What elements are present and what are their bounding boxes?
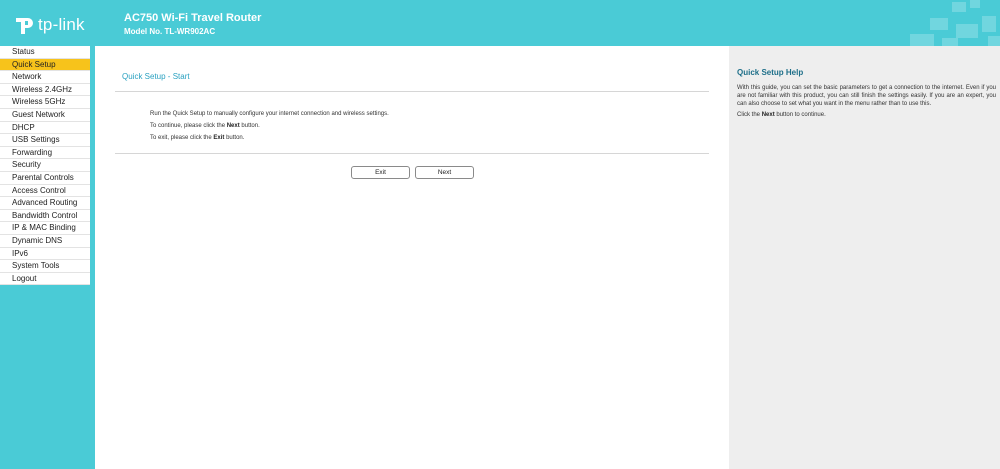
sidebar-item-wireless-24ghz[interactable]: Wireless 2.4GHz bbox=[0, 84, 90, 97]
sidebar-item-forwarding[interactable]: Forwarding bbox=[0, 147, 90, 160]
help-next-word: Next bbox=[761, 112, 775, 118]
instruction-text-1: Run the Quick Setup to manually configur… bbox=[150, 111, 389, 117]
product-title-block: AC750 Wi-Fi Travel Router Model No. TL-W… bbox=[124, 12, 261, 37]
instruction-text-3-post: button. bbox=[226, 135, 245, 141]
sidebar-item-bandwidth-control[interactable]: Bandwidth Control bbox=[0, 210, 90, 223]
help-title: Quick Setup Help bbox=[737, 68, 804, 77]
sidebar-item-system-tools[interactable]: System Tools bbox=[0, 260, 90, 273]
product-title: AC750 Wi-Fi Travel Router bbox=[124, 12, 262, 24]
sidebar-item-network[interactable]: Network bbox=[0, 71, 90, 84]
model-number: Model No. TL-WR902AC bbox=[124, 27, 216, 36]
sidebar-item-access-control[interactable]: Access Control bbox=[0, 185, 90, 198]
sidebar: Status Quick Setup Network Wireless 2.4G… bbox=[0, 46, 95, 469]
instruction-exit-word: Exit bbox=[213, 135, 225, 141]
logo-text: tp-link bbox=[38, 15, 85, 34]
instruction-line-1: Run the Quick Setup to manually configur… bbox=[150, 111, 389, 117]
help-text: With this guide, you can set the basic p… bbox=[737, 85, 996, 107]
sidebar-item-security[interactable]: Security bbox=[0, 159, 90, 172]
sidebar-item-status[interactable]: Status bbox=[0, 46, 90, 59]
sidebar-item-usb-settings[interactable]: USB Settings bbox=[0, 134, 90, 147]
header: tp-link AC750 Wi-Fi Travel Router Model … bbox=[0, 0, 1000, 46]
sidebar-item-quick-setup[interactable]: Quick Setup bbox=[0, 58, 90, 72]
sidebar-item-wireless-5ghz[interactable]: Wireless 5GHz bbox=[0, 96, 90, 109]
sidebar-menu: Status Quick Setup Network Wireless 2.4G… bbox=[0, 46, 90, 286]
help-continue-post: button to continue. bbox=[776, 112, 826, 118]
tp-link-logo-icon bbox=[16, 18, 33, 34]
help-continue-pre: Click the bbox=[737, 112, 761, 118]
exit-button[interactable]: Exit bbox=[351, 166, 410, 179]
sidebar-item-dynamic-dns[interactable]: Dynamic DNS bbox=[0, 235, 90, 248]
instruction-text-2-pre: To continue, please click the bbox=[150, 123, 226, 129]
sidebar-item-ipv6[interactable]: IPv6 bbox=[0, 248, 90, 261]
instruction-text-2-post: button. bbox=[241, 123, 260, 129]
instruction-text-3-pre: To exit, please click the bbox=[150, 135, 212, 141]
content-divider bbox=[115, 153, 709, 154]
sidebar-item-logout[interactable]: Logout bbox=[0, 273, 90, 286]
tp-link-logo: tp-link bbox=[12, 14, 85, 36]
header-decoration bbox=[870, 0, 1000, 46]
page-title: Quick Setup - Start bbox=[122, 72, 190, 81]
sidebar-item-guest-network[interactable]: Guest Network bbox=[0, 109, 90, 122]
sidebar-item-ip-mac-binding[interactable]: IP & MAC Binding bbox=[0, 222, 90, 235]
sidebar-item-parental-controls[interactable]: Parental Controls bbox=[0, 172, 90, 185]
instruction-line-2: To continue, please click the Next butto… bbox=[150, 123, 260, 129]
main-panel: Quick Setup - Start Run the Quick Setup … bbox=[95, 46, 729, 469]
instruction-next-word: Next bbox=[226, 123, 240, 129]
title-divider bbox=[115, 91, 709, 92]
help-continue-line: Click the Next button to continue. bbox=[737, 112, 826, 118]
sidebar-item-advanced-routing[interactable]: Advanced Routing bbox=[0, 197, 90, 210]
next-button[interactable]: Next bbox=[415, 166, 474, 179]
instruction-line-3: To exit, please click the Exit button. bbox=[150, 135, 244, 141]
help-panel: Quick Setup Help With this guide, you ca… bbox=[729, 46, 1000, 469]
sidebar-item-dhcp[interactable]: DHCP bbox=[0, 122, 90, 135]
